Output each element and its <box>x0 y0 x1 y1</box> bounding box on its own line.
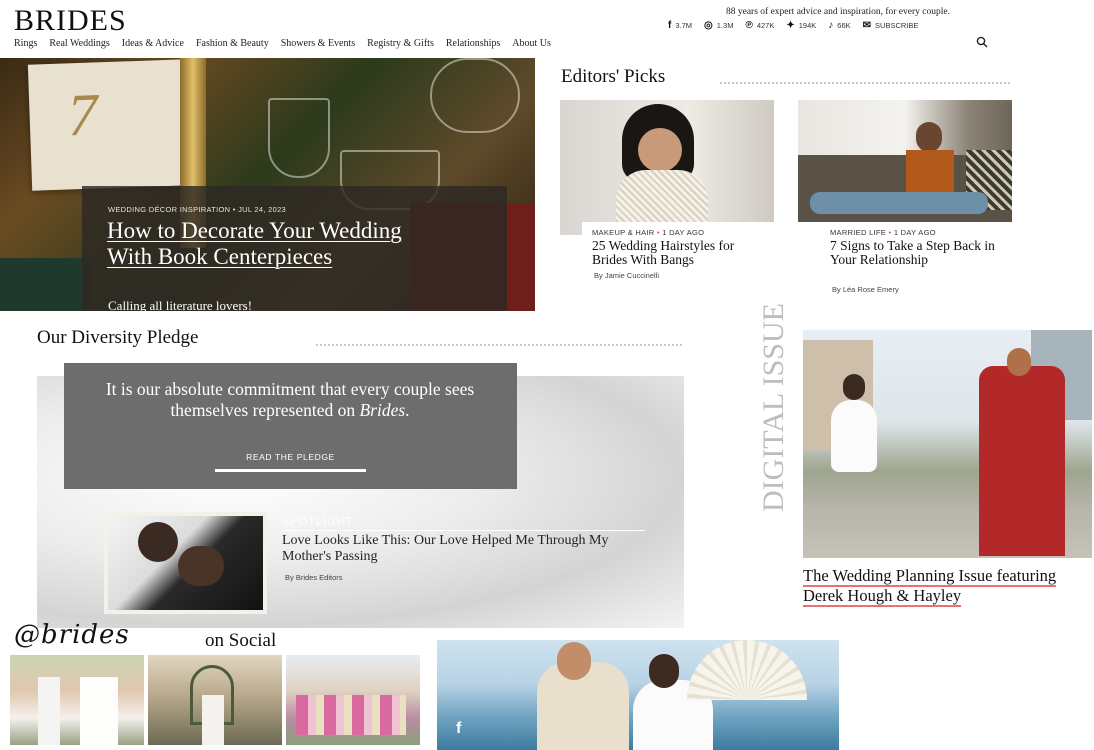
social-twitter[interactable]: ✦ 194K <box>786 20 816 31</box>
spotlight-image[interactable] <box>104 512 267 614</box>
brides-handle[interactable]: @brides <box>14 620 130 650</box>
social-facebook[interactable]: f 3.7M <box>668 20 692 31</box>
pledge-quote: It is our absolute commitment that every… <box>105 379 475 420</box>
social-feature-post[interactable] <box>437 640 839 750</box>
instagram-icon: ◎ <box>704 20 713 31</box>
pick-image-relationship[interactable] <box>798 100 1012 222</box>
social-instagram[interactable]: ◎ 1.3M <box>704 20 733 31</box>
search-icon[interactable] <box>976 36 988 48</box>
instagram-count: 1.3M <box>716 21 734 30</box>
social-post-1[interactable] <box>10 655 144 745</box>
hero-subtitle: Calling all literature lovers! <box>108 298 253 311</box>
facebook-icon: f <box>668 20 672 31</box>
pick-image-hairstyles[interactable] <box>560 100 774 235</box>
brides-logo[interactable]: BRIDES <box>14 4 127 38</box>
nav-showers-events[interactable]: Showers & Events <box>281 38 355 49</box>
tiktok-icon: ♪ <box>828 20 834 31</box>
pinterest-icon: ℗ <box>745 20 753 31</box>
table-number-card: 7 <box>27 59 191 191</box>
subscribe-link[interactable]: ✉ SUBSCRIBE <box>863 20 919 31</box>
tiktok-count: 66K <box>837 21 851 30</box>
pick-title-1[interactable]: 25 Wedding Hairstyles for Brides With Ba… <box>592 239 767 267</box>
facebook-count: 3.7M <box>675 21 693 30</box>
facebook-icon[interactable]: f <box>456 720 461 738</box>
digital-issue-image[interactable] <box>803 330 1092 558</box>
nav-rings[interactable]: Rings <box>14 38 37 49</box>
mail-icon: ✉ <box>862 20 872 31</box>
editors-picks-heading: Editors' Picks <box>561 66 666 87</box>
site-tagline: 88 years of expert advice and inspiratio… <box>726 7 950 17</box>
twitter-count: 194K <box>798 21 817 30</box>
spotlight-title[interactable]: Love Looks Like This: Our Love Helped Me… <box>282 533 642 565</box>
pinterest-count: 427K <box>756 21 775 30</box>
pick-title-2[interactable]: 7 Signs to Take a Step Back in Your Rela… <box>830 239 1000 267</box>
read-pledge-button[interactable]: READ THE PLEDGE <box>215 452 366 472</box>
spotlight-rule <box>282 530 645 531</box>
social-post-2[interactable] <box>148 655 282 745</box>
hero-feature[interactable]: 7 WEDDING DÉCOR INSPIRATION • JUL 24, 20… <box>0 58 535 311</box>
social-tiktok[interactable]: ♪ 66K <box>828 20 850 31</box>
diversity-heading: Our Diversity Pledge <box>37 327 199 348</box>
pick-kicker-1: MAKEUP & HAIR • 1 DAY AGO <box>592 228 705 237</box>
social-post-3[interactable] <box>286 655 420 745</box>
spotlight-byline[interactable]: By Brides Editors <box>285 573 343 582</box>
digital-issue-label: DIGITAL ISSUE <box>757 303 790 512</box>
spotlight-label: SPOTLIGHT <box>282 516 354 528</box>
subscribe-label: SUBSCRIBE <box>875 21 919 30</box>
social-pinterest[interactable]: ℗ 427K <box>745 20 774 31</box>
heading-dots <box>316 344 682 346</box>
nav-registry-gifts[interactable]: Registry & Gifts <box>367 38 434 49</box>
nav-real-weddings[interactable]: Real Weddings <box>49 38 109 49</box>
digital-issue-title[interactable]: The Wedding Planning Issue featuring Der… <box>803 566 1083 607</box>
pick-byline-2[interactable]: By Léa Rose Emery <box>832 285 899 294</box>
heading-dots <box>720 82 1010 84</box>
social-counts: f 3.7M ◎ 1.3M ℗ 427K ✦ 194K ♪ 66K ✉ SUBS… <box>668 20 930 31</box>
on-social-label: on Social <box>205 630 277 651</box>
twitter-icon: ✦ <box>786 20 795 31</box>
pick-kicker-2: MARRIED LIFE • 1 DAY AGO <box>830 228 936 237</box>
nav-fashion-beauty[interactable]: Fashion & Beauty <box>196 38 269 49</box>
pick-byline-1[interactable]: By Jamie Cuccinelli <box>594 271 659 280</box>
hero-kicker[interactable]: WEDDING DÉCOR INSPIRATION • JUL 24, 2023 <box>108 205 286 214</box>
nav-ideas-advice[interactable]: Ideas & Advice <box>122 38 184 49</box>
nav-relationships[interactable]: Relationships <box>446 38 500 49</box>
main-nav: Rings Real Weddings Ideas & Advice Fashi… <box>14 38 563 49</box>
hero-category: WEDDING DÉCOR INSPIRATION <box>108 205 231 214</box>
nav-about-us[interactable]: About Us <box>512 38 551 49</box>
table-number: 7 <box>66 81 99 149</box>
hero-date: JUL 24, 2023 <box>238 205 287 214</box>
hero-title[interactable]: How to Decorate Your Wedding With Book C… <box>107 218 437 270</box>
